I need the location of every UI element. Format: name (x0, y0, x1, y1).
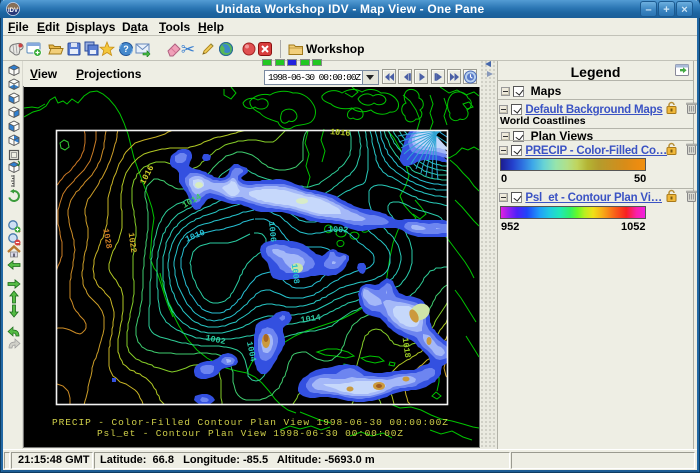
svg-text:Psl_et - Contour Plan View 199: Psl_et - Contour Plan View 1998-06-30 00… (97, 428, 403, 439)
svg-text:1008: 1008 (289, 263, 301, 284)
svg-text:✂: ✂ (181, 41, 195, 57)
svg-text:1010: 1010 (184, 228, 207, 245)
svg-text:1022: 1022 (126, 232, 139, 254)
svg-text:?: ? (123, 44, 129, 54)
svg-text:1016: 1016 (330, 127, 351, 139)
svg-text:1002: 1002 (204, 333, 226, 347)
svg-text:1016: 1016 (138, 164, 156, 187)
svg-text:1018: 1018 (400, 337, 413, 359)
svg-text:1006: 1006 (266, 221, 278, 242)
svg-text:1028: 1028 (100, 228, 113, 250)
svg-text:PRECIP - Color-Filled Contour: PRECIP - Color-Filled Contour Plan View … (52, 417, 448, 428)
svg-text:1014: 1014 (300, 313, 322, 326)
svg-text:1002: 1002 (328, 224, 349, 235)
